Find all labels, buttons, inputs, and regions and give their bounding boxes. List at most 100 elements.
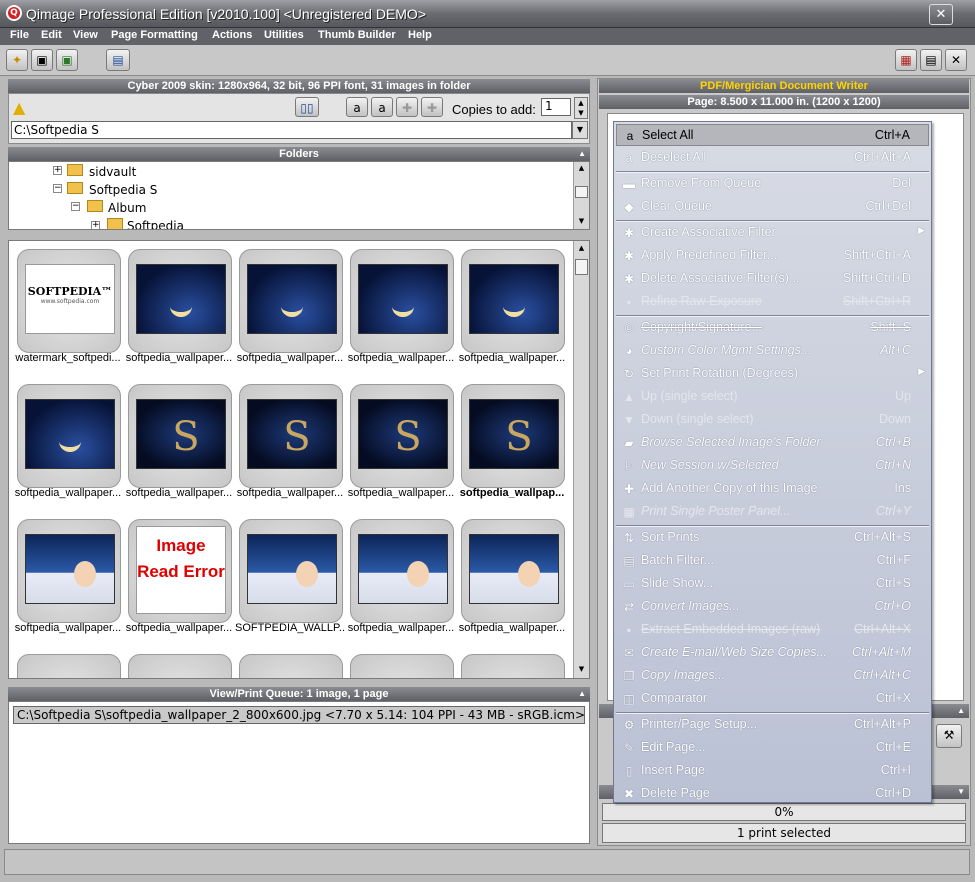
thumbnail[interactable] [17, 384, 121, 488]
thumbnail-caption[interactable]: softpedia_wallpaper... [235, 487, 345, 499]
menu-utilities[interactable]: Utilities [264, 29, 304, 41]
thumbnail[interactable] [128, 384, 232, 488]
thumbnail-caption[interactable]: softpedia_wallpaper... [13, 622, 123, 634]
context-menu-item-remove-from-queue[interactable]: ▬ Remove From Queue Del [616, 173, 929, 195]
menu-actions[interactable]: Actions [212, 29, 252, 41]
close-button[interactable]: ✕ [929, 4, 953, 25]
context-menu-item-edit-page[interactable]: ✎ Edit Page... Ctrl+E [616, 737, 929, 759]
thumbnail[interactable] [239, 384, 343, 488]
thumbnail-caption[interactable]: SOFTPEDIA_WALLP... [235, 622, 345, 634]
add-multi-button[interactable]: ✚ [421, 97, 443, 117]
menu-edit[interactable]: Edit [41, 29, 62, 41]
thumbnail[interactable] [239, 519, 343, 623]
thumbnail-caption[interactable]: softpedia_wallpaper... [124, 352, 234, 364]
context-menu-item-apply-predefined-filter[interactable]: ✱ Apply Predefined Filter... Shift+Ctrl+A [616, 245, 929, 267]
thumbnail-caption[interactable]: watermark_softpedi... [13, 352, 123, 364]
thumbnail-caption[interactable]: softpedia_wallpaper... [13, 487, 123, 499]
expand-icon[interactable]: + [53, 166, 62, 175]
expand-icon[interactable]: + [91, 221, 100, 229]
path-dropdown-button[interactable]: ▼ [572, 121, 588, 139]
menu-view[interactable]: View [73, 29, 98, 41]
copies-input[interactable]: 1 [541, 98, 571, 116]
context-menu-item-insert-page[interactable]: ▯ Insert Page Ctrl+I [616, 760, 929, 782]
context-menu-item-create-associative-filter[interactable]: ✱ Create Associative Filter ▶ [616, 222, 929, 244]
thumbnail-caption[interactable]: softpedia_wallpaper... [124, 487, 234, 499]
scroll-up-icon[interactable]: ▲ [576, 243, 587, 254]
context-menu-item-custom-color-mgmt-settings[interactable]: ◕ Custom Color Mgmt Settings... Alt+C [616, 340, 929, 362]
thumbnail-caption[interactable]: softpedia_wallpaper... [346, 487, 456, 499]
menu-thumb-builder[interactable]: Thumb Builder [318, 29, 396, 41]
tree-item-softpedia-s[interactable]: Softpedia S [89, 183, 157, 197]
thumbnail-caption[interactable]: softpedia_wallpaper... [346, 352, 456, 364]
scroll-thumb[interactable] [575, 186, 588, 198]
tree-item-softpedia[interactable]: Softpedia [127, 219, 184, 229]
context-menu-item-deselect-all[interactable]: a Deselect All Ctrl+Alt+A [616, 147, 929, 169]
add-all-button[interactable]: a [371, 97, 393, 117]
context-menu-item-delete-associative-filter-s[interactable]: ✱ Delete Associative Filter(s)... Shift+Ct… [616, 268, 929, 290]
add-copy-button[interactable]: ✚ [396, 97, 418, 117]
thumbnail[interactable] [350, 654, 454, 678]
collapse-icon[interactable]: − [71, 202, 80, 211]
menu-help[interactable]: Help [408, 29, 432, 41]
context-menu-item-clear-queue[interactable]: ◆ Clear Queue Ctrl+Del [616, 196, 929, 218]
thumbnail[interactable] [461, 249, 565, 353]
thumbnail[interactable] [350, 384, 454, 488]
stop-button[interactable]: ✕ [945, 49, 967, 71]
tree-item-album[interactable]: Album [108, 201, 146, 215]
collapse-progress-icon[interactable]: ▼ [957, 785, 965, 799]
thumbnail[interactable] [128, 249, 232, 353]
context-menu-item-printer-page-setup[interactable]: ⚙ Printer/Page Setup... Ctrl+Alt+P [616, 714, 929, 736]
scroll-down-icon[interactable]: ▼ [576, 664, 587, 675]
thumbnail[interactable] [17, 519, 121, 623]
collapse-folders-icon[interactable]: ▲ [578, 147, 586, 161]
warning-icon[interactable]: ▲ [13, 98, 25, 117]
add-selected-button[interactable]: a [346, 97, 368, 117]
thumbnail-caption[interactable]: softpedia_wallpaper... [346, 622, 456, 634]
scroll-thumb[interactable] [575, 259, 588, 275]
context-menu-item-add-another-copy-of-this-image[interactable]: ✚ Add Another Copy of this Image Ins [616, 478, 929, 500]
thumbnail-scrollbar[interactable]: ▲ ▼ [573, 241, 589, 678]
book-button[interactable]: ▯▯ [295, 97, 319, 117]
printer-name[interactable]: PDF/Mergician Document Writer [599, 79, 969, 93]
print-preview-button[interactable]: ▤ [106, 49, 130, 71]
copies-spinner[interactable]: ▲ ▼ [574, 97, 588, 119]
collapse-icon[interactable]: − [53, 184, 62, 193]
context-menu-item-comparator[interactable]: ◫ Comparator Ctrl+X [616, 688, 929, 710]
context-menu-item-create-e-mail-web-size-copies[interactable]: ✉ Create E-mail/Web Size Copies... Ctrl+Al… [616, 642, 929, 664]
context-menu-item-select-all[interactable]: a Select All Ctrl+A [616, 124, 929, 146]
thumbnail[interactable] [461, 654, 565, 678]
path-combobox[interactable]: C:\Softpedia S [11, 121, 572, 139]
open-folder-button[interactable]: ✦ [6, 49, 28, 71]
thumbnail-caption[interactable]: softpedia_wallpap... [457, 487, 567, 499]
thumbnail[interactable] [239, 654, 343, 678]
thumbnail[interactable]: SOFTPEDIA™ www.softpedia.com [17, 249, 121, 353]
thumbnail-caption[interactable]: softpedia_wallpaper... [457, 352, 567, 364]
context-menu-item-browse-selected-image-s-folder[interactable]: ▰ Browse Selected Image's Folder Ctrl+B [616, 432, 929, 454]
thumbnail[interactable]: Image Read Error [128, 519, 232, 623]
folder-tree-scrollbar[interactable]: ▲ ▼ [573, 162, 589, 229]
thumbnail[interactable] [128, 654, 232, 678]
scroll-down-icon[interactable]: ▼ [576, 216, 587, 227]
collapse-queue-icon[interactable]: ▲ [578, 687, 586, 701]
thumbnail-caption[interactable]: softpedia_wallpaper... [235, 352, 345, 364]
thumbnail[interactable] [461, 384, 565, 488]
queue-item[interactable]: C:\Softpedia S\softpedia_wallpaper_2_800… [13, 706, 585, 724]
thumbnail-caption[interactable]: softpedia_wallpaper... [457, 622, 567, 634]
tree-item-sidvault[interactable]: sidvault [89, 165, 136, 179]
collapse-preview-icon[interactable]: ▲ [957, 704, 965, 718]
print-settings-button[interactable]: ▦ [895, 49, 917, 71]
thumbnail[interactable] [350, 519, 454, 623]
page-tools-button[interactable]: ⚒ [936, 724, 962, 748]
context-menu-item-set-print-rotation-degrees[interactable]: ↻ Set Print Rotation (Degrees) ▶ [616, 363, 929, 385]
context-menu-item-convert-images[interactable]: ⇄ Convert Images... Ctrl+O [616, 596, 929, 618]
context-menu-item-sort-prints[interactable]: ⇅ Sort Prints Ctrl+Alt+S [616, 527, 929, 549]
context-menu-item-delete-page[interactable]: ✖ Delete Page Ctrl+D [616, 783, 929, 805]
context-menu-item-copyright-signature[interactable]: © Copyright/Signature... Shift+S [616, 317, 929, 339]
thumbnail[interactable] [350, 249, 454, 353]
thumbnail[interactable] [17, 654, 121, 678]
thumbnail[interactable] [239, 249, 343, 353]
print-button[interactable]: ▤ [920, 49, 942, 71]
thumbnail[interactable] [461, 519, 565, 623]
save-as-button[interactable]: ▣ [56, 49, 78, 71]
menu-page-formatting[interactable]: Page Formatting [111, 29, 198, 41]
